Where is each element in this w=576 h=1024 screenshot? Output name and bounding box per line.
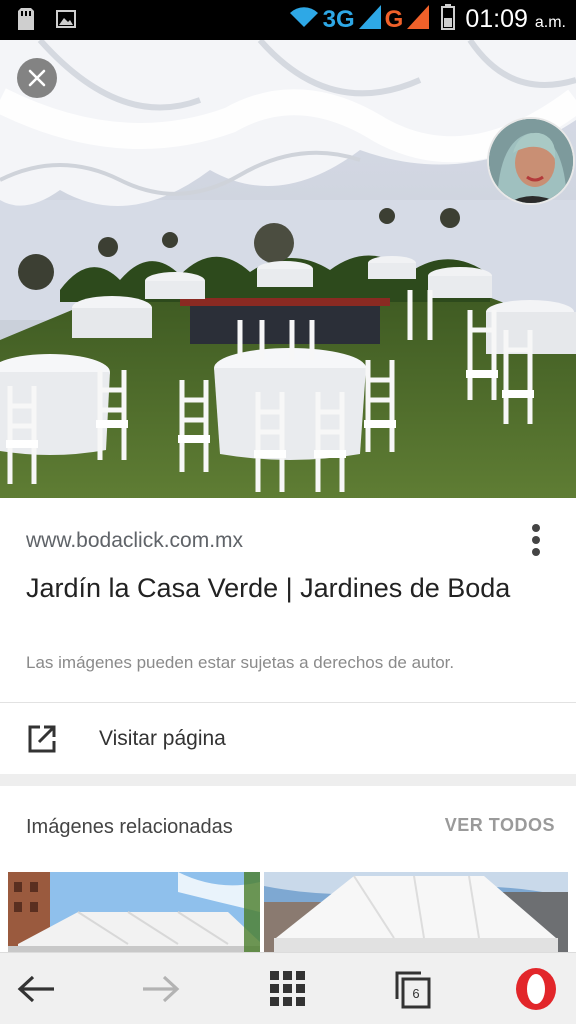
tent-photo [264,872,568,952]
close-button[interactable] [17,58,57,98]
related-image-thumbnail[interactable] [264,872,568,952]
signal-icon-2 [407,5,430,34]
back-icon [17,975,54,1003]
result-card: www.bodaclick.com.mx Jardín la Casa Verd… [0,498,576,774]
result-domain[interactable]: www.bodaclick.com.mx [26,529,243,553]
related-images-title: Imágenes relacionadas [26,816,233,838]
related-image-thumbnail[interactable] [8,872,260,952]
opera-menu-button[interactable] [514,967,558,1011]
open-external-icon [28,725,56,753]
avatar-icon [489,119,573,203]
wifi-icon [289,5,319,34]
speed-dial-icon [270,971,305,1006]
signal-icon [358,5,381,34]
forward-icon [143,975,180,1003]
battery-icon [441,4,456,35]
clock-time: 01:09 [465,5,528,33]
close-icon [28,69,46,87]
visit-page-button[interactable]: Visitar página [0,703,576,773]
browser-bottom-bar: 6 [0,952,576,1024]
avatar[interactable] [487,117,575,205]
network-type-label: 3G [322,5,355,33]
section-gap [0,774,576,786]
network-type-label-2: G [384,5,404,33]
tent-photo [8,872,260,952]
more-options-icon[interactable] [524,522,548,558]
tabs-count: 6 [412,985,420,1001]
sd-card-icon [18,8,34,35]
tabs-button[interactable]: 6 [391,967,435,1011]
page: 3G G 01:09 a.m. www.bodaclick.com.mx Jar… [0,0,576,1024]
opera-icon [516,968,556,1010]
clock-ampm: a.m. [534,13,566,31]
visit-page-label: Visitar página [99,727,226,750]
wedding-garden-photo [0,40,576,498]
forward-button[interactable] [139,967,183,1011]
result-image[interactable] [0,40,576,498]
result-title[interactable]: Jardín la Casa Verde | Jardines de Boda [26,568,526,608]
speed-dial-button[interactable] [266,967,310,1011]
copyright-notice: Las imágenes pueden estar sujetas a dere… [26,653,455,672]
status-bar: 3G G 01:09 a.m. [0,0,576,40]
back-button[interactable] [14,967,58,1011]
related-images-section: Imágenes relacionadas VER TODOS [0,786,576,952]
see-all-button[interactable]: VER TODOS [445,815,555,836]
image-icon [56,10,76,33]
